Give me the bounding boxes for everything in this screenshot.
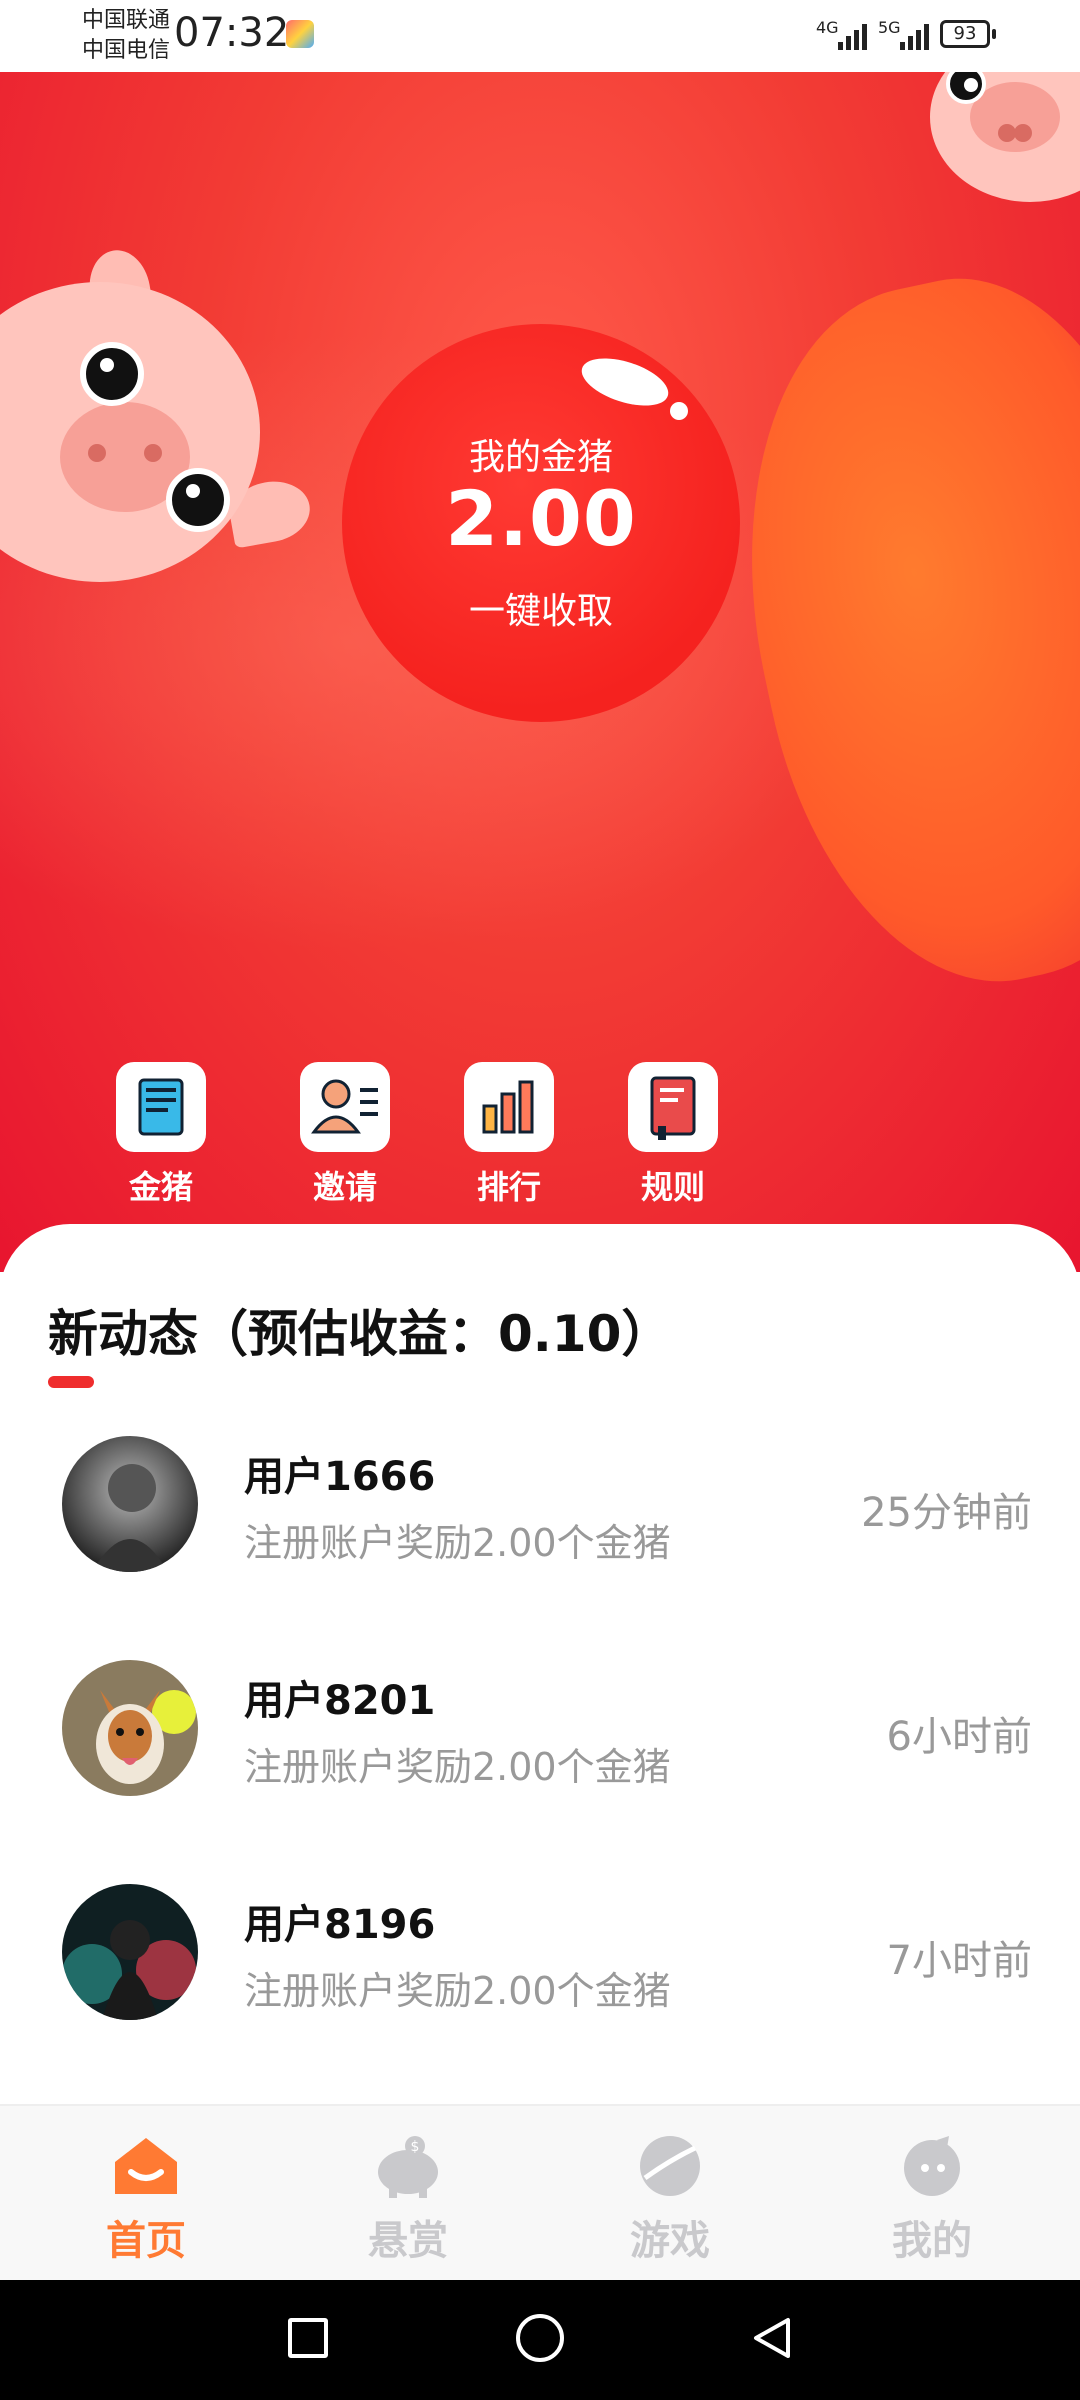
item-time: 7小时前 (886, 1938, 1032, 1984)
username: 用户1666 (244, 1454, 436, 1500)
quick-item-rules[interactable]: 规则 (628, 1062, 718, 1208)
shine-decoration (576, 349, 674, 415)
home-button[interactable] (516, 2314, 564, 2362)
rule-book-icon (628, 1062, 718, 1152)
collect-all-button[interactable]: 一键收取 (342, 582, 740, 634)
avatar (62, 1884, 198, 2020)
list-item[interactable]: 用户8196 注册账户奖励2.00个金猪 7小时前 (0, 1884, 1080, 2064)
status-bar: 中国联通 中国电信 07:32 4G 5G 93 (0, 0, 1080, 72)
avatar (62, 1660, 198, 1796)
list-item[interactable]: 用户8201 注册账户奖励2.00个金猪 6小时前 (0, 1660, 1080, 1840)
signal-icon-2 (900, 18, 929, 50)
title-indicator (48, 1376, 94, 1388)
tab-label: 我的 (892, 2218, 972, 2264)
app-notification-icon (286, 20, 314, 48)
clock: 07:32 (174, 10, 290, 56)
quick-label: 规则 (640, 1168, 705, 1206)
recents-button[interactable] (288, 2318, 328, 2358)
ledger-icon (116, 1062, 206, 1152)
tab-label: 悬赏 (368, 2218, 448, 2264)
back-button[interactable] (748, 2314, 796, 2362)
quick-item-ranking[interactable]: 排行 (464, 1062, 554, 1208)
bottom-tab-bar: 首页 $ 悬赏 游戏 我的 (0, 2104, 1080, 2282)
network-type-1: 4G (816, 18, 839, 37)
balance-label: 我的金猪 (468, 437, 613, 478)
profile-icon (897, 2134, 967, 2198)
tab-label: 游戏 (630, 2218, 710, 2264)
tab-home[interactable]: 首页 (66, 2134, 226, 2266)
hero-banner: 我的金猪 2.00 一键收取 金猪 邀请 排行 规则 (0, 72, 1080, 1272)
carrier-1: 中国联通 (82, 8, 171, 33)
quick-item-invite[interactable]: 邀请 (300, 1062, 390, 1208)
piggy-bank-icon: $ (373, 2134, 443, 2198)
home-icon (111, 2134, 181, 2198)
quick-label: 邀请 (312, 1168, 377, 1206)
balance-value: 2.00 (445, 474, 637, 563)
carrier-2: 中国电信 (82, 38, 171, 63)
username: 用户8201 (244, 1678, 436, 1724)
item-description: 注册账户奖励2.00个金猪 (244, 1521, 671, 1565)
invite-user-icon (300, 1062, 390, 1152)
quick-label: 金猪 (128, 1168, 193, 1206)
avatar (62, 1436, 198, 1572)
shine-dot (670, 402, 688, 420)
quick-item-golden-pig[interactable]: 金猪 (116, 1062, 206, 1208)
item-description: 注册账户奖励2.00个金猪 (244, 1969, 671, 2013)
network-type-2: 5G (878, 18, 901, 37)
panel-title: 新动态（预估收益：0.10） (48, 1305, 672, 1363)
tab-profile[interactable]: 我的 (852, 2134, 1012, 2266)
item-time: 25分钟前 (861, 1490, 1032, 1536)
golden-pig-balance[interactable]: 我的金猪 2.00 一键收取 (342, 324, 740, 722)
system-navigation-bar (0, 2280, 1080, 2400)
username: 用户8196 (244, 1902, 436, 1948)
item-description: 注册账户奖励2.00个金猪 (244, 1745, 671, 1789)
list-item[interactable]: 用户1666 注册账户奖励2.00个金猪 25分钟前 (0, 1436, 1080, 1616)
game-ball-icon (635, 2134, 705, 2198)
item-time: 6小时前 (886, 1714, 1032, 1760)
activity-panel: 新动态（预估收益：0.10） 用户1666 注册账户奖励2.00个金猪 25分钟… (0, 1224, 1080, 2104)
bar-chart-icon (464, 1062, 554, 1152)
signal-icon-1 (838, 18, 867, 50)
svg-text:$: $ (411, 2139, 420, 2155)
battery-icon: 93 (940, 20, 996, 48)
quick-label: 排行 (476, 1168, 541, 1206)
tab-reward[interactable]: $ 悬赏 (328, 2134, 488, 2266)
tab-label: 首页 (106, 2218, 186, 2264)
carrier-names: 中国联通 中国电信 (82, 6, 170, 66)
tab-games[interactable]: 游戏 (590, 2134, 750, 2266)
